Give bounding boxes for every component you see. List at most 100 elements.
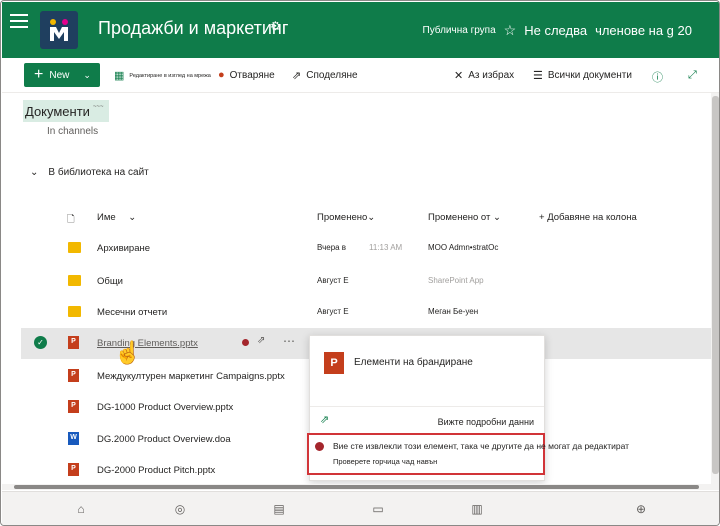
- hand-cursor-icon: ☝: [114, 340, 142, 365]
- horizontal-scrollbar[interactable]: [2, 484, 719, 490]
- powerpoint-icon: ●: [218, 69, 225, 81]
- file-name-link[interactable]: Общи: [97, 276, 123, 287]
- column-header-modified[interactable]: Променено⌄: [317, 212, 375, 223]
- vertical-scrollbar[interactable]: [711, 93, 719, 485]
- share-label: Споделяне: [306, 70, 358, 81]
- powerpoint-icon: P: [68, 463, 79, 476]
- follow-button[interactable]: Не следва: [524, 23, 587, 38]
- site-logo[interactable]: [40, 11, 78, 49]
- column-modified-label: Променено: [317, 212, 368, 223]
- files-icon[interactable]: ▭: [371, 502, 385, 516]
- open-label: Отваряне: [229, 69, 275, 81]
- modified-by[interactable]: MOO Admn•stratOc: [428, 243, 498, 252]
- file-name-link[interactable]: DG.2000 Product Overview.doa: [97, 434, 231, 445]
- command-bar: + New ⌄ ▦ Редактиране в изглед на мрежа …: [2, 59, 719, 93]
- modified-by[interactable]: Меган Бе-уен: [428, 307, 478, 316]
- deselect-button[interactable]: ✕ Аз избрах: [454, 69, 514, 82]
- file-name-link[interactable]: Архивиране: [97, 243, 150, 254]
- star-icon[interactable]: ☆: [504, 22, 517, 39]
- file-name-link[interactable]: Междукултурен маркетинг Campaigns.pptx: [97, 371, 285, 382]
- details-link[interactable]: Вижте подробни данни: [438, 417, 534, 427]
- open-button[interactable]: ● Отваряне: [218, 69, 275, 81]
- teams-icon[interactable]: ⚙: [270, 19, 281, 33]
- file-name-link[interactable]: Месечни отчети: [97, 307, 167, 318]
- file-name-link[interactable]: Branding Elements.pptx: [97, 338, 198, 349]
- lists-icon[interactable]: ▥: [470, 502, 484, 516]
- site-library-toggle[interactable]: ⌄ В библиотека на сайт: [30, 167, 149, 178]
- chevron-down-icon: ⌄: [492, 212, 501, 223]
- powerpoint-icon: P: [68, 369, 79, 382]
- column-header-name[interactable]: Име ⌄: [97, 212, 136, 223]
- checkout-alert: Вие сте извлекли този елемент, така че д…: [307, 433, 629, 475]
- bottom-nav: ⌂ ◎ ▤ ▭ ▥ ⊕: [2, 491, 719, 525]
- in-channels-section[interactable]: In channels: [47, 126, 98, 137]
- share-icon[interactable]: ⇗: [320, 413, 329, 426]
- folder-icon: [68, 306, 81, 317]
- library-title-text: Документи: [25, 103, 90, 119]
- share-icon[interactable]: ⇗: [257, 335, 265, 346]
- hamburger-menu-icon[interactable]: [10, 14, 28, 30]
- word-icon: W: [68, 432, 79, 445]
- header-actions: Публична група ☆ Не следва членове на g …: [423, 22, 693, 39]
- share-icon: ⇗: [292, 70, 302, 82]
- new-button-label: New: [49, 69, 70, 81]
- alert-message: Вие сте извлекли този елемент, така че д…: [333, 441, 630, 451]
- modified-date: Август Е: [317, 307, 349, 316]
- library-title-sup: ~~~: [92, 104, 104, 110]
- row-checkmark-icon[interactable]: ✓: [34, 336, 47, 349]
- news-icon[interactable]: ▤: [272, 502, 286, 516]
- list-icon: ☰: [533, 70, 543, 82]
- chevron-down-icon: ⌄: [30, 167, 39, 178]
- expand-button[interactable]: ⤢: [688, 69, 697, 82]
- folder-icon: [68, 242, 81, 253]
- deselect-label: Аз избрах: [468, 70, 515, 81]
- library-title[interactable]: Документи ~~~: [23, 100, 110, 122]
- column-modified-by-label: Променено от: [428, 212, 491, 223]
- modified-by[interactable]: SharePoint App: [428, 276, 484, 285]
- close-icon: ✕: [454, 70, 464, 82]
- view-switcher[interactable]: ☰ Всички документи: [533, 69, 632, 82]
- chevron-down-icon: ⌄: [128, 212, 137, 223]
- file-name-link[interactable]: DG-2000 Product Pitch.pptx: [97, 465, 215, 476]
- chevron-down-icon: ⌄: [83, 69, 91, 80]
- plus-icon: +: [539, 212, 545, 223]
- home-icon[interactable]: ⌂: [74, 502, 88, 516]
- edit-in-grid-button[interactable]: ▦ Редактиране в изглед на мрежа: [114, 69, 211, 82]
- folder-icon: [68, 275, 81, 286]
- site-title[interactable]: Продажби и маркетинг: [98, 18, 288, 39]
- app-frame: Продажби и маркетинг ⚙ Публична група ☆ …: [0, 0, 720, 526]
- file-name-link[interactable]: DG-1000 Product Overview.pptx: [97, 402, 233, 413]
- checked-out-icon: [242, 339, 249, 346]
- powerpoint-icon: P: [68, 336, 79, 349]
- view-label: Всички документи: [547, 70, 632, 81]
- modified-date: Вчера в: [317, 243, 347, 252]
- modified-time: 11:13 AM: [369, 243, 403, 252]
- more-actions-icon[interactable]: ⋯: [283, 334, 295, 348]
- scroll-thumb[interactable]: [14, 485, 699, 489]
- create-icon[interactable]: ⊕: [634, 502, 648, 516]
- check-in-link[interactable]: Проверете горчица чад навън: [333, 457, 437, 466]
- column-header-modified-by[interactable]: Променено от ⌄: [428, 212, 501, 223]
- expand-icon: ⤢: [688, 69, 697, 81]
- members-link[interactable]: членове на g 20: [595, 23, 692, 38]
- scroll-thumb[interactable]: [712, 96, 719, 474]
- share-button[interactable]: ⇗ Споделяне: [292, 69, 358, 82]
- add-column-label: Добавяне на колона: [547, 212, 637, 223]
- file-type-column-icon[interactable]: 🗋: [67, 212, 75, 228]
- modified-date: Август Е: [317, 276, 349, 285]
- card-title[interactable]: Елементи на брандиране: [354, 357, 473, 368]
- table-row[interactable]: Архивиране Вчера в 11:13 AM MOO Admn•stratO…: [21, 233, 719, 264]
- new-button[interactable]: + New ⌄: [24, 63, 100, 87]
- powerpoint-icon: P: [324, 352, 344, 374]
- info-button[interactable]: ⓘ: [652, 69, 663, 85]
- edit-in-grid-label: Редактиране в изглед на мрежа: [129, 72, 211, 79]
- globe-icon[interactable]: ◎: [173, 502, 187, 516]
- site-header: Продажби и маркетинг ⚙ Публична група ☆ …: [2, 2, 719, 58]
- add-column-button[interactable]: + Добавяне на колона: [539, 212, 637, 223]
- group-type-label: Публична група: [422, 25, 496, 36]
- table-row[interactable]: Общи Август Е SharePoint App: [21, 266, 719, 297]
- grid-icon: ▦: [114, 70, 125, 82]
- plus-icon: +: [34, 66, 44, 83]
- table-row[interactable]: Месечни отчети Август Е Меган Бе-уен: [21, 297, 719, 328]
- error-icon: [315, 442, 324, 451]
